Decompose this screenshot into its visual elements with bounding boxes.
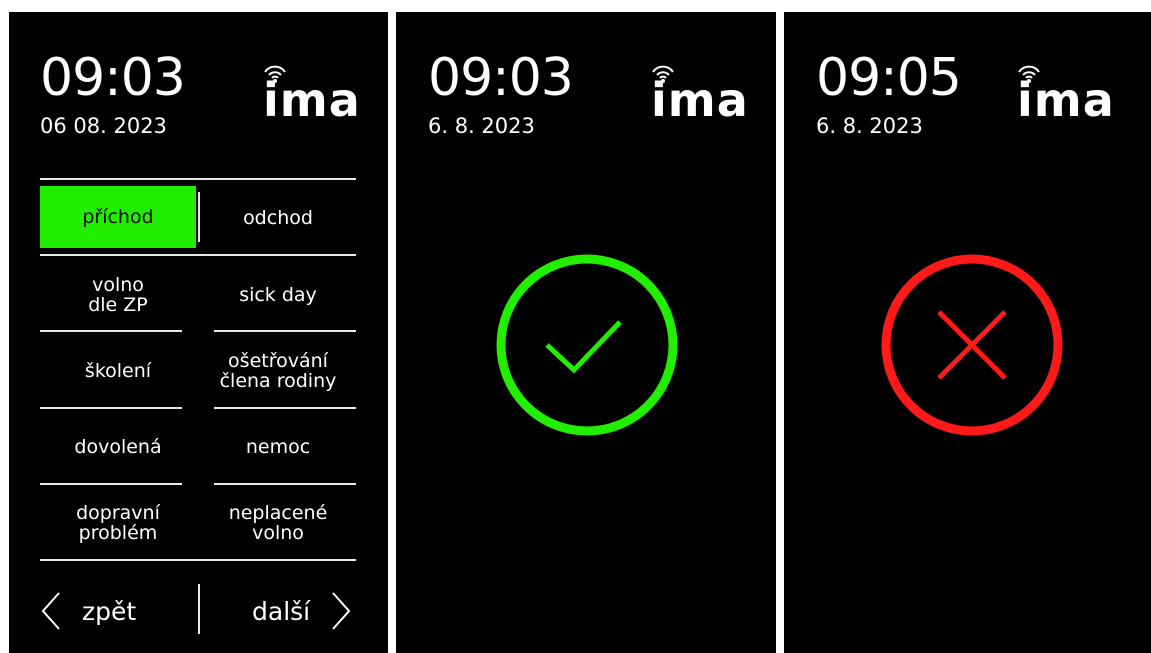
button-label: ošetřování člena rodiny	[219, 350, 337, 392]
divider	[40, 483, 182, 485]
departure-button[interactable]: odchod	[200, 182, 356, 254]
cross-circle-icon	[881, 254, 1063, 436]
clock-date: 06 08. 2023	[40, 114, 167, 138]
next-button[interactable]: další	[252, 584, 352, 638]
sick-day-button[interactable]: sick day	[200, 259, 356, 331]
chevron-right-icon	[332, 592, 351, 630]
button-label: odchod	[243, 207, 313, 229]
divider	[40, 407, 182, 409]
clock-time: 09:03	[428, 48, 574, 108]
button-label: školení	[84, 360, 152, 382]
divider	[40, 330, 182, 332]
clock-date: 6. 8. 2023	[428, 114, 535, 138]
divider	[40, 178, 356, 180]
button-label: dovolená	[74, 436, 162, 458]
divider	[40, 559, 356, 561]
divider	[40, 254, 356, 256]
logo-text: ima	[1017, 73, 1115, 127]
button-label: příchod	[82, 206, 154, 228]
error-screen: 09:05 6. 8. 2023 ima	[784, 12, 1151, 653]
clock-date: 6. 8. 2023	[816, 114, 923, 138]
clock-time: 09:05	[816, 48, 962, 108]
divider	[214, 330, 356, 332]
clock-time: 09:03	[40, 48, 186, 108]
button-label: nemoc	[245, 436, 311, 458]
check-circle-icon	[496, 254, 678, 436]
menu-screen: 09:03 06 08. 2023 ima příchod odchod vol…	[9, 12, 388, 653]
illness-button[interactable]: nemoc	[200, 411, 356, 483]
next-label: další	[252, 596, 311, 626]
back-label: zpět	[82, 596, 137, 626]
back-button[interactable]: zpět	[40, 584, 136, 638]
button-label: dopravní problém	[76, 502, 160, 544]
logo-text: ima	[263, 73, 361, 127]
unpaid-leave-button[interactable]: neplacené volno	[200, 487, 356, 559]
button-label: neplacené volno	[228, 502, 328, 544]
arrival-button[interactable]: příchod	[40, 186, 196, 248]
vacation-button[interactable]: dovolená	[40, 411, 196, 483]
leave-by-law-button[interactable]: volno dle ZP	[40, 259, 196, 331]
family-care-button[interactable]: ošetřování člena rodiny	[200, 335, 356, 407]
traffic-problem-button[interactable]: dopravní problém	[40, 487, 196, 559]
divider	[214, 483, 356, 485]
chevron-left-icon	[41, 592, 60, 630]
button-label: sick day	[239, 284, 317, 306]
button-label: volno dle ZP	[88, 274, 148, 316]
logo-text: ima	[651, 73, 749, 127]
success-screen: 09:03 6. 8. 2023 ima	[396, 12, 776, 653]
divider	[214, 407, 356, 409]
divider	[198, 584, 200, 634]
training-button[interactable]: školení	[40, 335, 196, 407]
